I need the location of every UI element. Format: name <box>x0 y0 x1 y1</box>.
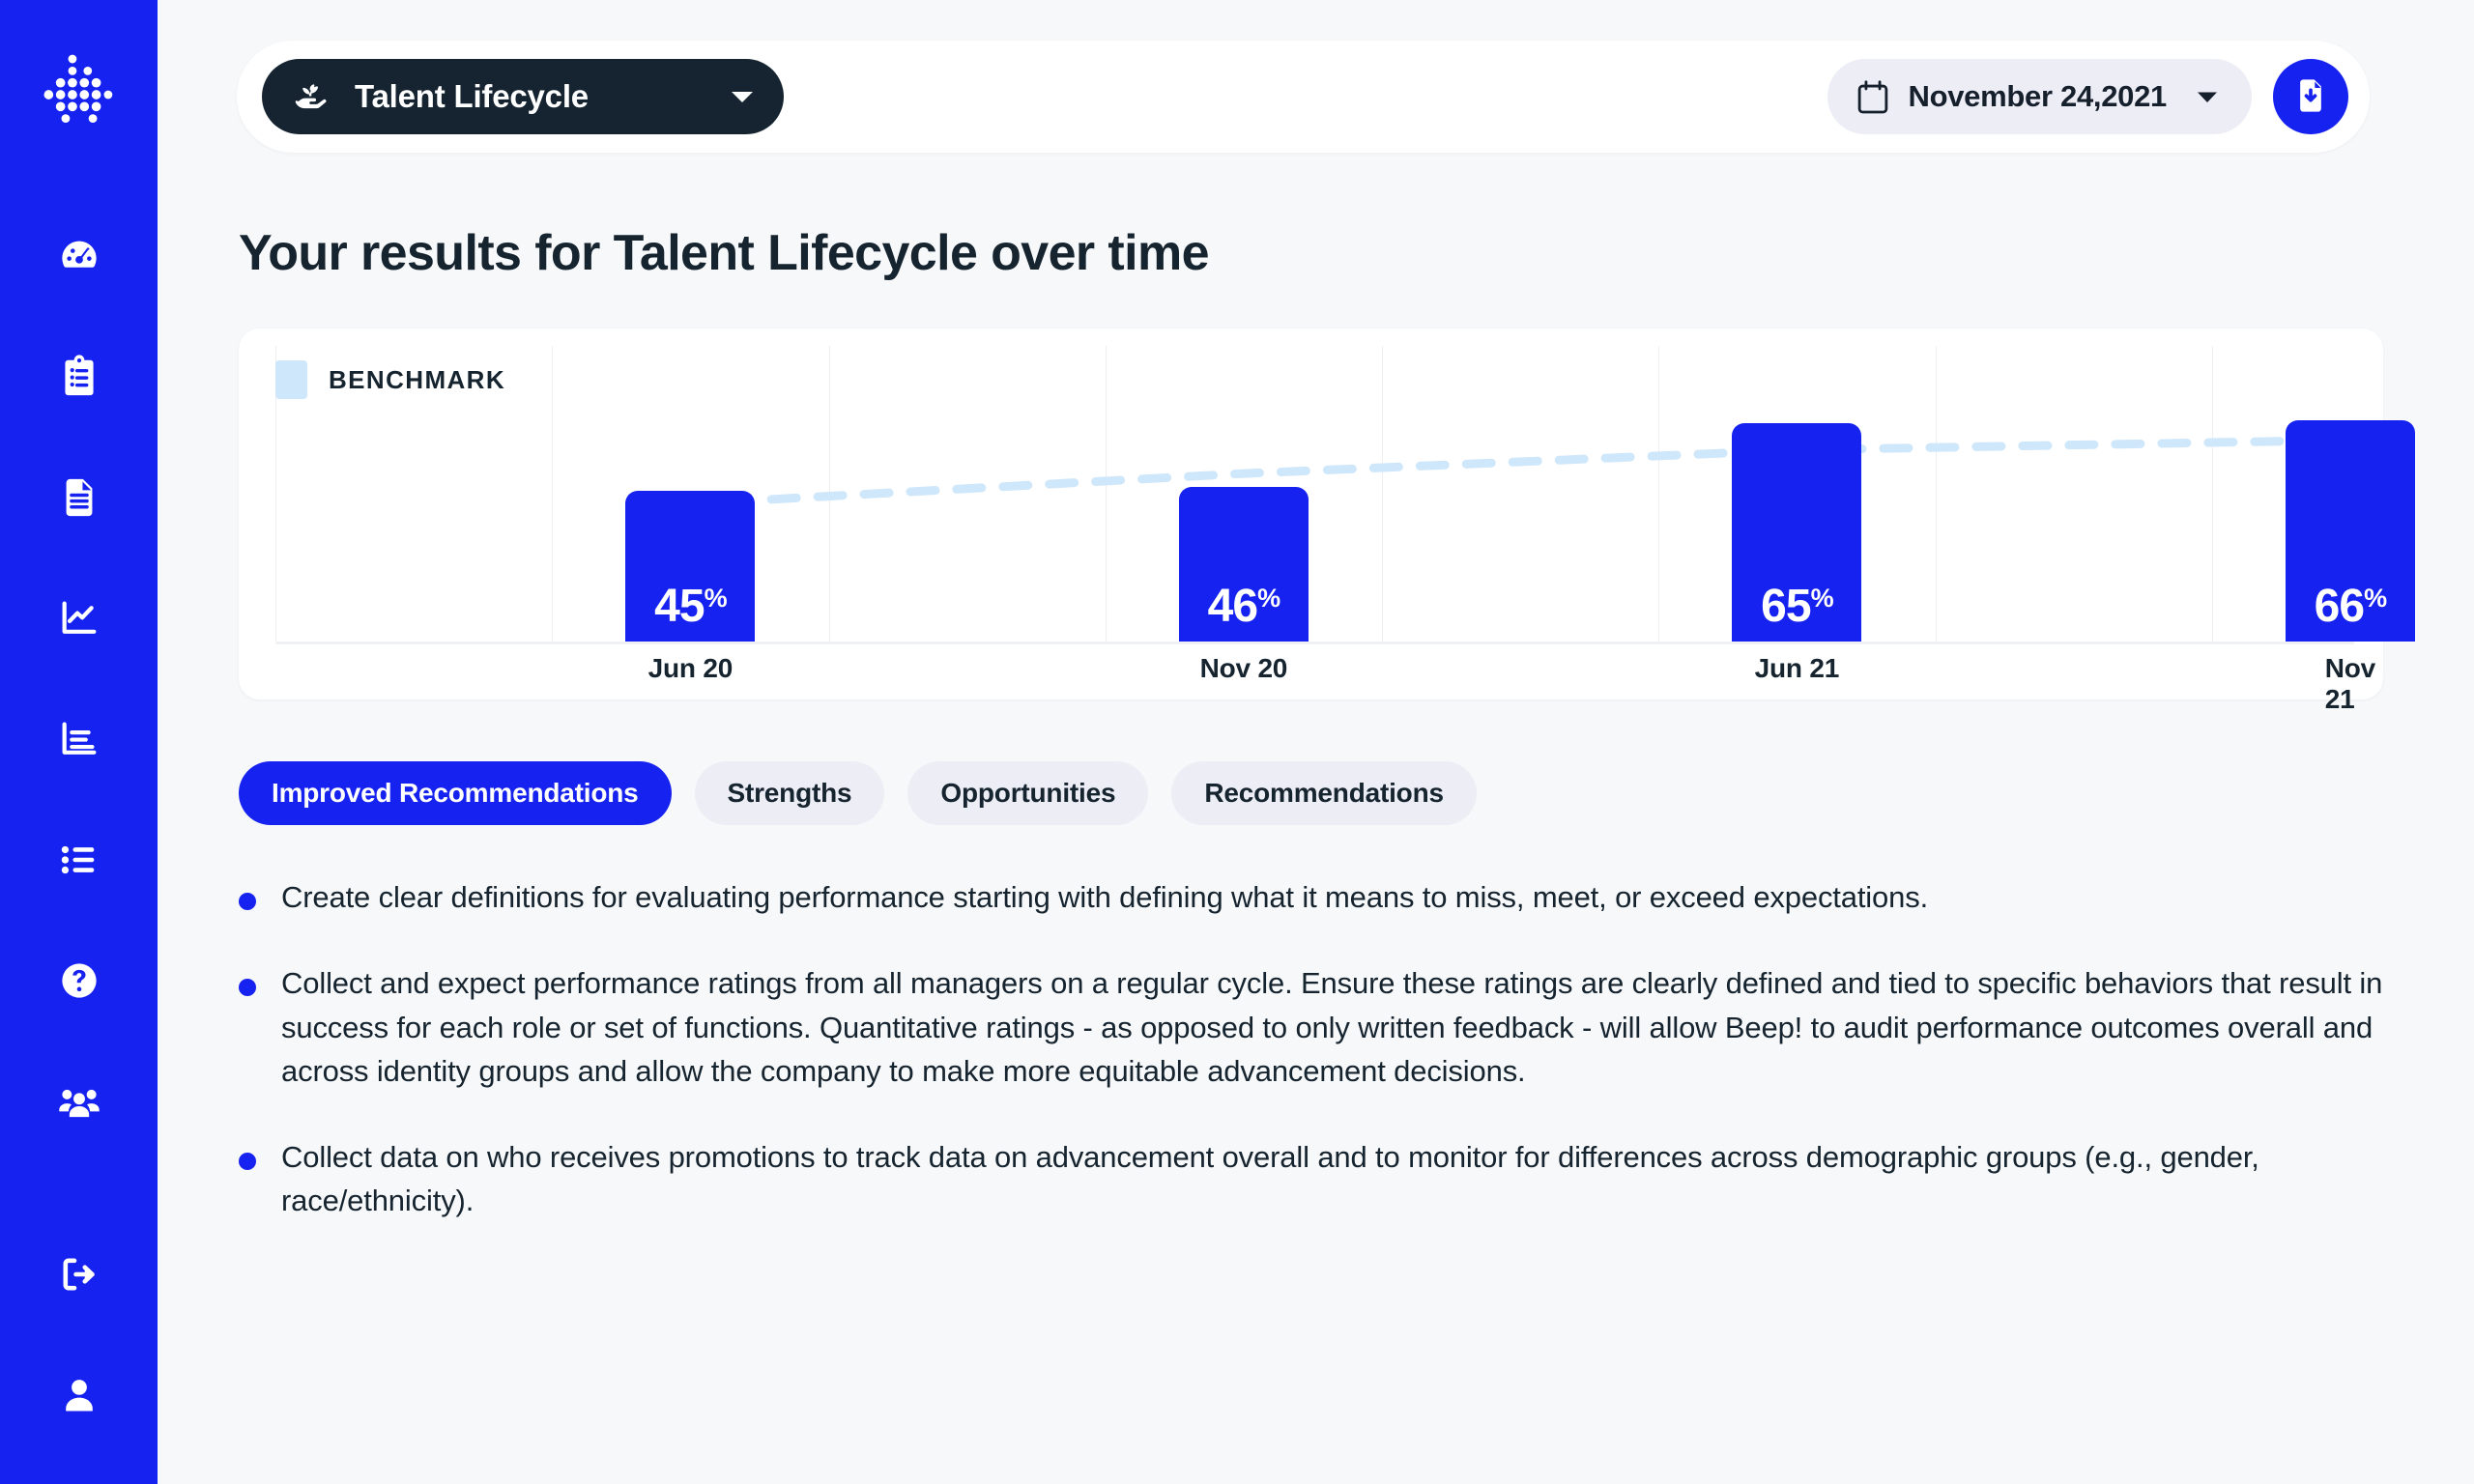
file-download-icon <box>2291 76 2330 118</box>
tab-improved-recommendations[interactable]: Improved Recommendations <box>239 761 672 825</box>
chevron-down-icon <box>730 89 755 104</box>
chart-x-label: Jun 21 <box>1755 653 1840 684</box>
chart-bar[interactable]: 66% <box>2286 420 2415 642</box>
gauge-icon <box>57 234 101 278</box>
line-chart-icon <box>57 596 101 641</box>
sidebar-item-surveys[interactable] <box>41 316 118 437</box>
list-icon <box>57 838 101 882</box>
sidebar-item-account[interactable] <box>41 1334 118 1455</box>
chart-bar[interactable]: 46% <box>1179 487 1309 642</box>
bullet-dot-icon <box>239 893 256 910</box>
chart-baseline <box>275 642 2354 644</box>
sidebar-item-trends[interactable] <box>41 557 118 678</box>
clipboard-list-icon <box>57 355 101 399</box>
date-picker-value: November 24,2021 <box>1909 79 2167 114</box>
sidebar-nav <box>41 195 118 1161</box>
sidebar-item-reports[interactable] <box>41 678 118 799</box>
chart-bars: 45%46%65%66% <box>275 346 2354 642</box>
chart-bar-value: 65% <box>1761 584 1832 630</box>
calendar-icon <box>1856 79 1889 114</box>
lifecycle-dropdown-label: Talent Lifecycle <box>355 78 706 115</box>
chart-plot-area: 45%46%65%66% <box>275 346 2354 642</box>
benchmark-legend-swatch <box>275 360 307 399</box>
chevron-down-icon <box>2196 90 2219 104</box>
chart-bar-value: 45% <box>654 584 726 630</box>
sidebar-item-documents[interactable] <box>41 437 118 557</box>
sidebar-item-logout[interactable] <box>41 1213 118 1334</box>
recommendation-text: Create clear definitions for evaluating … <box>281 875 1928 919</box>
topbar-wrapper: Talent Lifecycle November 24,2021 <box>158 0 2474 153</box>
chart-x-label: Nov 20 <box>1200 653 1288 684</box>
sidebar-item-people[interactable] <box>41 1041 118 1161</box>
chart-x-label: Nov 21 <box>2325 653 2375 715</box>
chart-bar-unit: % <box>1811 585 1833 612</box>
chart-bar[interactable]: 45% <box>625 491 755 642</box>
sidebar-item-dashboard[interactable] <box>41 195 118 316</box>
topbar: Talent Lifecycle November 24,2021 <box>237 41 2370 153</box>
results-chart-card: BENCHMARK 45% 46% 65% 66% Jun 20 Nov 20 Jun 2… <box>239 328 2383 699</box>
recommendation-tabs: Improved Recommendations Strengths Opportu… <box>239 761 2474 825</box>
chart-legend: BENCHMARK <box>275 360 505 399</box>
download-button[interactable] <box>2273 59 2348 134</box>
dotted-star-logo[interactable] <box>37 52 122 137</box>
recommendation-text: Collect and expect performance ratings f… <box>281 961 2397 1093</box>
bullet-dot-icon <box>239 1153 256 1170</box>
user-icon <box>57 1373 101 1417</box>
date-picker[interactable]: November 24,2021 <box>1827 59 2252 134</box>
sidebar-item-lists[interactable] <box>41 799 118 920</box>
tab-recommendations[interactable]: Recommendations <box>1171 761 1477 825</box>
bar-chart-icon <box>57 717 101 761</box>
chart-bar-unit: % <box>1257 585 1280 612</box>
plant-in-hand-icon <box>291 76 331 117</box>
sidebar <box>0 0 158 1484</box>
page-title: Your results for Talent Lifecycle over t… <box>239 224 2474 282</box>
tab-opportunities[interactable]: Opportunities <box>907 761 1148 825</box>
sidebar-item-help[interactable] <box>41 920 118 1041</box>
lifecycle-dropdown[interactable]: Talent Lifecycle <box>262 59 784 134</box>
document-icon <box>57 475 101 520</box>
chart-x-axis-labels: Jun 20Nov 20Jun 21Nov 21 <box>275 653 2354 698</box>
chart-bar-value: 46% <box>1208 584 1280 630</box>
recommendations-list: Create clear definitions for evaluating … <box>239 875 2397 1223</box>
chart-bar[interactable]: 65% <box>1732 423 1861 642</box>
chart-bar-unit: % <box>705 585 727 612</box>
main-content: Talent Lifecycle November 24,2021 <box>158 0 2474 1484</box>
benchmark-legend-label: BENCHMARK <box>329 365 505 395</box>
app-root: Talent Lifecycle November 24,2021 <box>0 0 2474 1484</box>
list-item: Create clear definitions for evaluating … <box>239 875 2397 919</box>
recommendation-text: Collect data on who receives promotions … <box>281 1135 2397 1223</box>
chart-bar-unit: % <box>2364 585 2386 612</box>
question-circle-icon <box>57 958 101 1003</box>
list-item: Collect data on who receives promotions … <box>239 1135 2397 1223</box>
logout-icon <box>57 1252 101 1297</box>
people-group-icon <box>57 1079 101 1124</box>
chart-x-label: Jun 20 <box>648 653 734 684</box>
sidebar-bottom-nav <box>0 1213 158 1455</box>
chart-bar-value: 66% <box>2315 584 2386 630</box>
tab-strengths[interactable]: Strengths <box>695 761 885 825</box>
list-item: Collect and expect performance ratings f… <box>239 961 2397 1093</box>
bullet-dot-icon <box>239 979 256 996</box>
topbar-right-group: November 24,2021 <box>1827 59 2348 134</box>
